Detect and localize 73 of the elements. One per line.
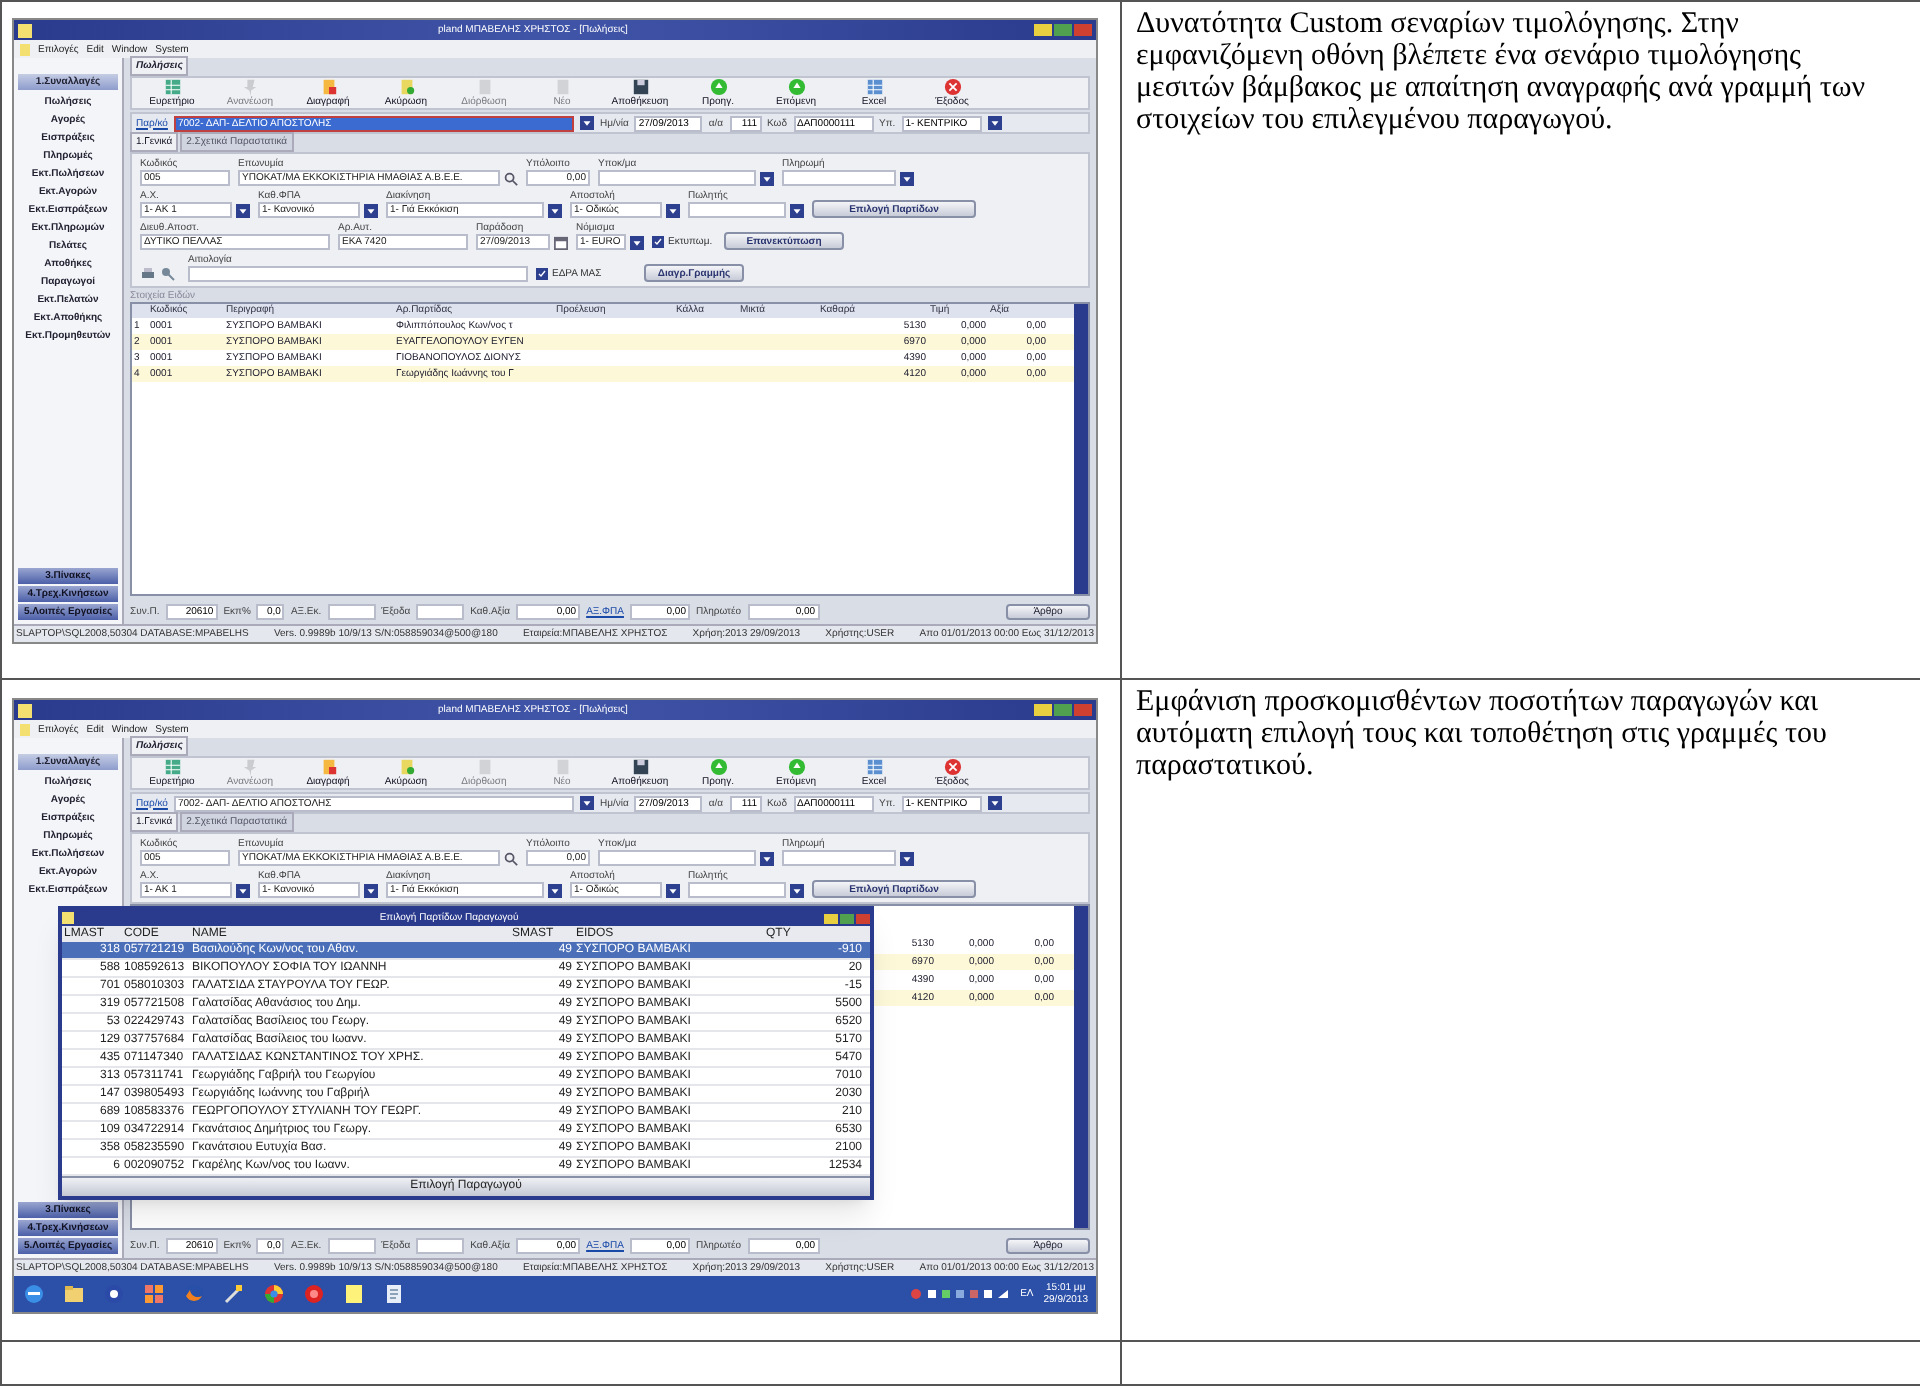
system-tray-drawing — [910, 1288, 1011, 1300]
arrow-circle-icon — [709, 758, 727, 776]
document-icon — [319, 758, 337, 776]
dropdown-arrow-icon — [364, 203, 378, 217]
close-button[interactable] — [856, 913, 870, 923]
dropdown-arrow-icon — [790, 883, 804, 897]
document-icon — [553, 78, 571, 96]
dropdown-arrow-icon — [900, 851, 914, 865]
text-field[interactable] — [416, 1238, 465, 1254]
document-icon[interactable] — [382, 1282, 406, 1306]
scrollbar[interactable] — [1074, 304, 1088, 594]
document-icon — [475, 758, 493, 776]
dropdown-arrow-icon — [548, 883, 562, 897]
tools-icon[interactable] — [222, 1282, 246, 1306]
dropdown-arrow-icon — [364, 883, 378, 897]
document-icon — [397, 758, 415, 776]
search-icon[interactable] — [504, 171, 518, 185]
dropdown-arrow-icon — [666, 883, 680, 897]
dropdown-arrow-icon — [236, 883, 250, 897]
description-text: Εμφάνιση προσκομισθέντων ποσοτήτων παραγωγών και αυτόματη επιλογή τους και τοποθέτηση στις γραμμές του παραστατικού. — [1136, 686, 1829, 782]
dropdown-field[interactable] — [688, 882, 786, 898]
folder-icon[interactable] — [62, 1282, 86, 1306]
minimize-button[interactable] — [824, 913, 838, 923]
pin-icon — [241, 78, 259, 96]
dropdown-arrow-icon — [900, 171, 914, 185]
dropdown-field[interactable] — [782, 170, 896, 186]
spreadsheet-icon — [865, 758, 883, 776]
close-circle-icon — [943, 758, 961, 776]
dropdown-arrow-icon — [760, 851, 774, 865]
description-text: Δυνατότητα Custom σεναρίων τιμολόγησης. Στην εμφανιζόμενη οθόνη βλέπετε ένα σενάριο τιμολόγησης μεσιτών βάμβακος με απαίτηση αναγραφής ανά γραμμή των στοιχείων του επιλεγμένου παραγωγού. — [1136, 8, 1868, 136]
dropdown-arrow-icon — [579, 796, 594, 810]
pin-icon — [241, 758, 259, 776]
dropdown-field[interactable] — [598, 170, 756, 186]
document-icon — [553, 758, 571, 776]
grid-icon — [163, 758, 181, 776]
text-field[interactable] — [188, 266, 528, 282]
scrollbar[interactable] — [1074, 906, 1088, 1228]
maximize-button[interactable] — [840, 913, 854, 923]
floppy-icon — [631, 758, 649, 776]
dropdown-field[interactable] — [598, 850, 756, 866]
dropdown-arrow-icon — [630, 235, 644, 249]
checkbox[interactable] — [652, 236, 664, 248]
dropdown-arrow-icon — [579, 116, 594, 130]
dropdown-arrow-icon — [790, 203, 804, 217]
dropdown-field[interactable] — [782, 850, 896, 866]
checkbox[interactable] — [536, 268, 548, 280]
grid-icon — [163, 78, 181, 96]
arrow-circle-icon — [709, 78, 727, 96]
text-field[interactable] — [327, 604, 376, 620]
dropdown-arrow-icon — [236, 203, 250, 217]
text-field[interactable] — [416, 604, 465, 620]
document-icon — [397, 78, 415, 96]
arrow-circle-icon — [787, 758, 805, 776]
dropdown-arrow-icon — [760, 171, 774, 185]
document-icon — [475, 78, 493, 96]
search-icon[interactable] — [504, 851, 518, 865]
document-icon — [319, 78, 337, 96]
calendar-icon[interactable] — [554, 235, 568, 249]
dropdown-arrow-icon — [987, 796, 1002, 810]
arrow-circle-icon — [787, 78, 805, 96]
dropdown-field[interactable] — [688, 202, 786, 218]
dropdown-arrow-icon — [666, 203, 680, 217]
dropdown-arrow-icon — [548, 203, 562, 217]
floppy-icon — [631, 78, 649, 96]
close-circle-icon — [943, 78, 961, 96]
app-icon — [62, 912, 74, 924]
text-field[interactable] — [327, 1238, 376, 1254]
printer-icon[interactable] — [140, 266, 156, 282]
note-icon[interactable] — [342, 1282, 366, 1306]
spreadsheet-icon — [865, 78, 883, 96]
tiles-icon[interactable] — [142, 1282, 166, 1306]
app-icon[interactable] — [302, 1282, 326, 1306]
dropdown-arrow-icon — [987, 116, 1002, 130]
